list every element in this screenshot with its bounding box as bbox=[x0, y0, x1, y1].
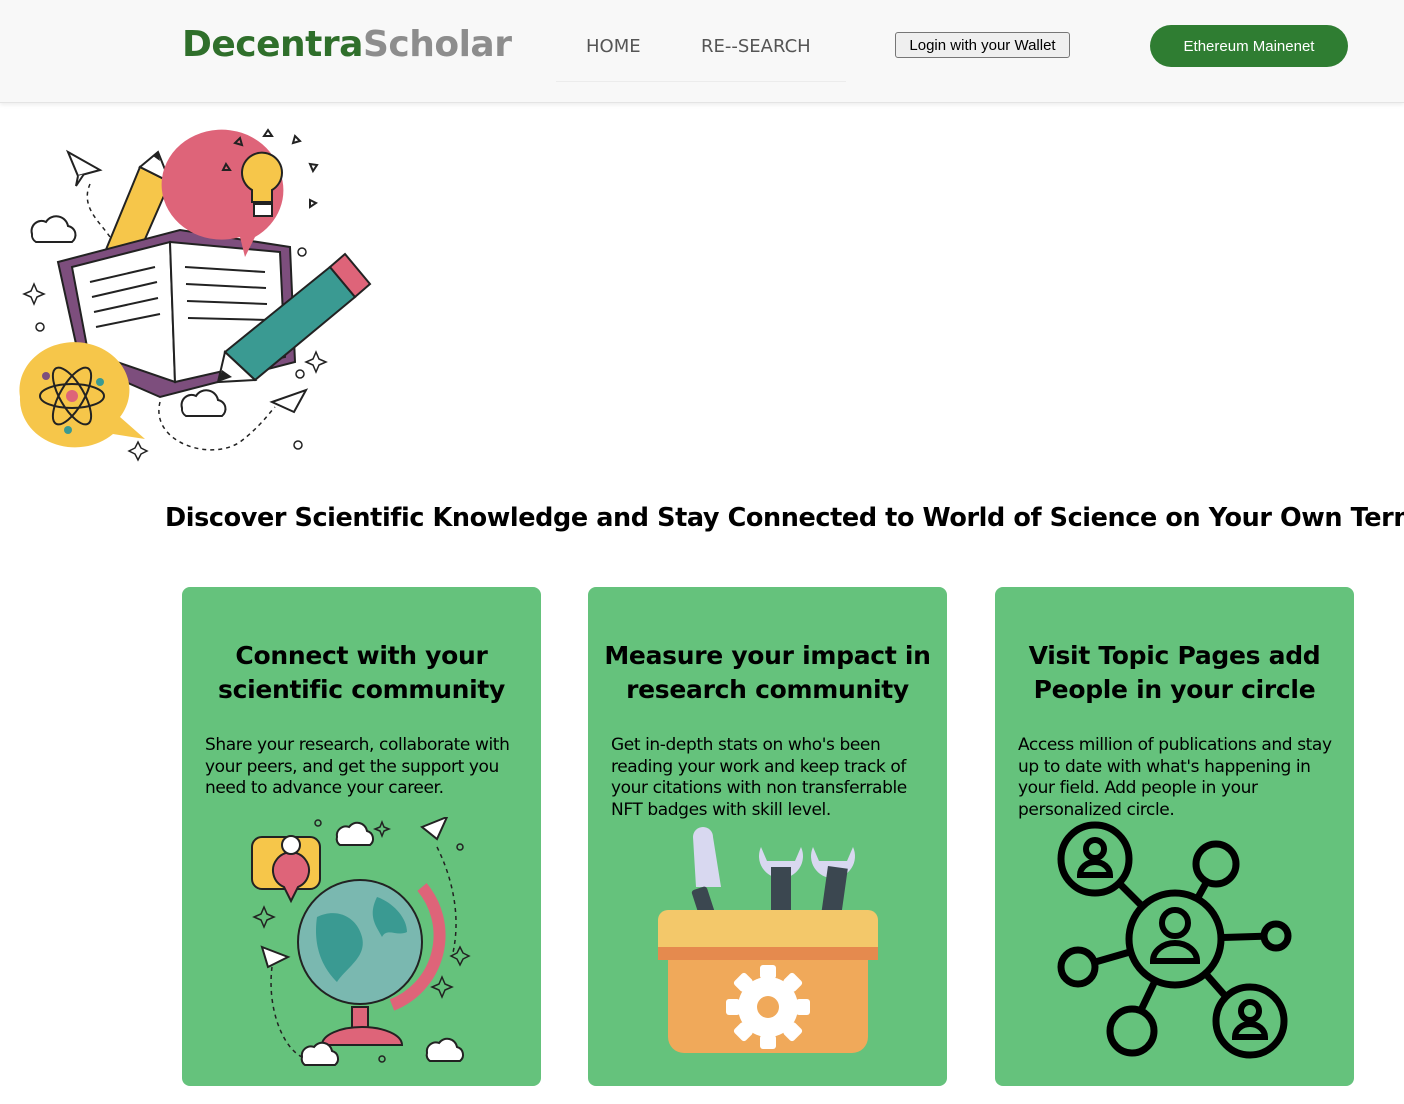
nav-research-link[interactable]: RE--SEARCH bbox=[701, 36, 811, 57]
feature-card-impact: Measure your impact in research communit… bbox=[588, 587, 947, 1086]
card-title: Visit Topic Pages add People in your cir… bbox=[1028, 641, 1321, 704]
card-description: Access million of publications and stay … bbox=[1018, 735, 1332, 820]
paper-plane-icon bbox=[269, 388, 309, 414]
navbar: DecentraScholar HOME RE--SEARCH Login wi… bbox=[0, 0, 1404, 103]
brand-name-part2: Scholar bbox=[362, 24, 512, 65]
paper-plane-icon bbox=[65, 149, 103, 187]
main-nav: HOME RE--SEARCH bbox=[556, 30, 846, 82]
brand-name-part1: Decentra bbox=[182, 24, 363, 65]
nav-home-link[interactable]: HOME bbox=[586, 36, 641, 57]
card-description: Share your research, collaborate with yo… bbox=[205, 735, 510, 798]
card-title: Measure your impact in research communit… bbox=[604, 641, 931, 704]
card-description: Get in-depth stats on who's been reading… bbox=[611, 735, 907, 820]
login-wallet-button[interactable]: Login with your Wallet bbox=[895, 32, 1070, 58]
toolbox-icon bbox=[658, 827, 878, 1053]
network-button[interactable]: Ethereum Mainenet bbox=[1150, 25, 1348, 67]
globe-icon bbox=[251, 817, 471, 1066]
network-icon bbox=[1057, 821, 1292, 1059]
brand-logo[interactable]: DecentraScholar bbox=[182, 24, 512, 65]
hero-headline: Discover Scientific Knowledge and Stay C… bbox=[165, 503, 1404, 533]
feature-card-community: Connect with your scientific community S… bbox=[182, 587, 541, 1086]
card-title: Connect with your scientific community bbox=[217, 641, 506, 704]
feature-card-topics: Visit Topic Pages add People in your cir… bbox=[995, 587, 1354, 1086]
education-illustration bbox=[19, 128, 372, 462]
